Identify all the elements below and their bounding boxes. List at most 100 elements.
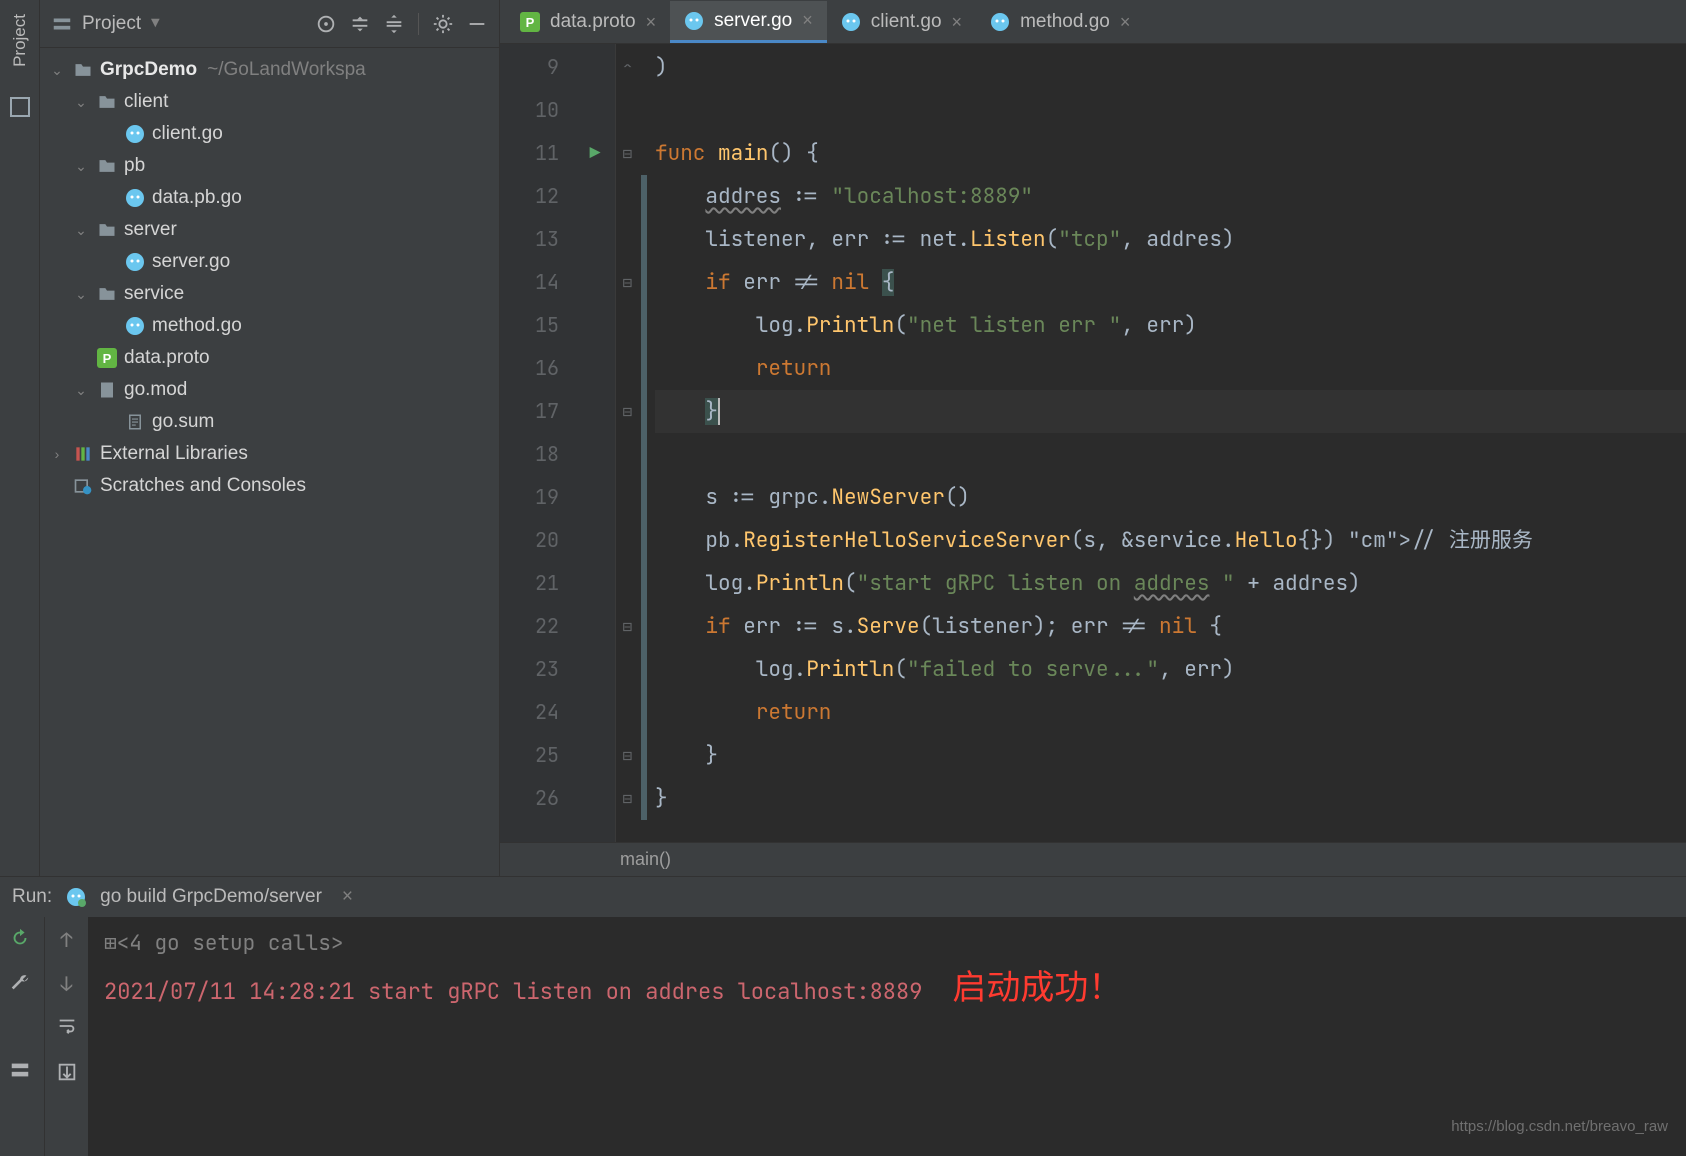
- run-config-name[interactable]: go build GrpcDemo/server: [100, 886, 322, 908]
- project-view-icon[interactable]: [48, 10, 76, 38]
- chevron-down-icon[interactable]: ⌄: [72, 286, 90, 303]
- tree-folder-server[interactable]: ⌄ server: [44, 214, 495, 246]
- tree-file[interactable]: server.go: [44, 246, 495, 278]
- line-number-gutter[interactable]: 91011121314151617181920212223242526: [500, 44, 575, 842]
- vcs-column: [639, 44, 649, 842]
- tree-file[interactable]: method.go: [44, 310, 495, 342]
- tree-label: client.go: [152, 123, 223, 145]
- tab-data-proto[interactable]: P data.proto ×: [506, 1, 670, 43]
- structure-tool-icon[interactable]: [8, 95, 32, 119]
- tree-file[interactable]: client.go: [44, 118, 495, 150]
- breadcrumb-bar[interactable]: main(): [500, 842, 1686, 876]
- folder-icon: [96, 283, 118, 305]
- run-toolbar-left: [0, 917, 44, 1156]
- code-editor[interactable]: )func main() { addres := "localhost:8889…: [649, 44, 1686, 842]
- folder-icon: [96, 219, 118, 241]
- chevron-down-icon[interactable]: ⌄: [72, 94, 90, 111]
- expand-all-icon[interactable]: [346, 10, 374, 38]
- down-arrow-icon[interactable]: ↓: [61, 971, 73, 997]
- hide-icon[interactable]: [463, 10, 491, 38]
- tree-label: Scratches and Consoles: [100, 475, 306, 497]
- rerun-icon[interactable]: [9, 927, 35, 953]
- stop-icon[interactable]: [9, 1015, 35, 1041]
- folder-icon: [72, 59, 94, 81]
- up-arrow-icon[interactable]: ↑: [61, 927, 73, 953]
- folder-icon: [96, 91, 118, 113]
- tree-ext-libs[interactable]: › External Libraries: [44, 438, 495, 470]
- separator: [418, 13, 419, 35]
- run-gutter-icon[interactable]: ▶: [575, 132, 615, 175]
- go-file-icon: [684, 11, 704, 31]
- run-header: Run: go build GrpcDemo/server ×: [0, 877, 1686, 917]
- tree-path: ~/GoLandWorkspa: [207, 59, 366, 81]
- tree-root[interactable]: ⌄ GrpcDemo ~/GoLandWorkspa: [44, 54, 495, 86]
- tree-file-gomod[interactable]: ⌄ go.mod: [44, 374, 495, 406]
- project-tool-tab[interactable]: Project: [10, 6, 30, 75]
- tree-label: External Libraries: [100, 443, 248, 465]
- close-icon[interactable]: ×: [1120, 12, 1131, 33]
- tree-file-gosum[interactable]: go.sum: [44, 406, 495, 438]
- go-file-icon: [124, 251, 146, 273]
- proto-file-icon: P: [96, 347, 118, 369]
- tree-label: server.go: [152, 251, 230, 273]
- project-pane: Project ▼ ⌄ GrpcDemo ~/GoLandWorkspa ⌄ c…: [40, 0, 500, 876]
- folder-icon: [96, 155, 118, 177]
- chevron-down-icon[interactable]: ⌄: [48, 62, 66, 79]
- watermark: https://blog.csdn.net/breavo_raw: [1451, 1108, 1668, 1146]
- wrench-icon[interactable]: [9, 971, 35, 997]
- tab-label: client.go: [871, 11, 942, 33]
- go-file-icon: [841, 12, 861, 32]
- proto-file-icon: P: [520, 12, 540, 32]
- close-icon[interactable]: ×: [952, 12, 963, 33]
- tree-label: pb: [124, 155, 145, 177]
- project-toolbar-title: Project: [82, 13, 141, 35]
- tree-file-proto[interactable]: P data.proto: [44, 342, 495, 374]
- go-file-icon: [124, 315, 146, 337]
- tree-label: go.sum: [152, 411, 214, 433]
- text-file-icon: [96, 379, 118, 401]
- tab-server-go[interactable]: server.go ×: [670, 1, 827, 43]
- tree-folder-pb[interactable]: ⌄ pb: [44, 150, 495, 182]
- go-file-icon: [124, 123, 146, 145]
- project-toolbar: Project ▼: [40, 0, 499, 48]
- console-collapsed-group[interactable]: <4 go setup calls>: [117, 930, 344, 957]
- chevron-down-icon[interactable]: ⌄: [72, 382, 90, 399]
- run-label: Run:: [12, 886, 52, 908]
- soft-wrap-icon[interactable]: [56, 1015, 78, 1043]
- chevron-down-icon[interactable]: ⌄: [72, 158, 90, 175]
- layout-icon[interactable]: [9, 1059, 35, 1085]
- scroll-end-icon[interactable]: [56, 1061, 78, 1089]
- close-icon[interactable]: ×: [646, 12, 657, 33]
- run-console[interactable]: ⊞<4 go setup calls> 2021/07/11 14:28:21 …: [88, 917, 1686, 1156]
- tree-label: client: [124, 91, 168, 113]
- go-file-icon: [990, 12, 1010, 32]
- run-tool-window: Run: go build GrpcDemo/server × ↑ ↓ ⊞<4 …: [0, 876, 1686, 1156]
- collapse-all-icon[interactable]: [380, 10, 408, 38]
- gutter-icons[interactable]: ▶: [575, 44, 615, 842]
- fold-column[interactable]: ⌃⊟⊟⊟⊟⊟⊟: [615, 44, 639, 842]
- go-file-icon: [124, 187, 146, 209]
- close-icon[interactable]: ×: [802, 10, 813, 31]
- chevron-right-icon[interactable]: ›: [48, 446, 66, 462]
- scratches-icon: [72, 475, 94, 497]
- tree-scratches[interactable]: Scratches and Consoles: [44, 470, 495, 502]
- tree-folder-service[interactable]: ⌄ service: [44, 278, 495, 310]
- gear-icon[interactable]: [429, 10, 457, 38]
- tab-label: method.go: [1020, 11, 1110, 33]
- project-tree[interactable]: ⌄ GrpcDemo ~/GoLandWorkspa ⌄ client clie…: [40, 48, 499, 508]
- close-icon[interactable]: ×: [342, 886, 353, 908]
- locate-icon[interactable]: [312, 10, 340, 38]
- chevron-down-icon[interactable]: ▼: [151, 15, 159, 33]
- tab-label: server.go: [714, 10, 792, 32]
- editor-area: P data.proto × server.go × client.go × m…: [500, 0, 1686, 876]
- tab-client-go[interactable]: client.go ×: [827, 1, 976, 43]
- tab-method-go[interactable]: method.go ×: [976, 1, 1144, 43]
- tree-label: GrpcDemo: [100, 59, 197, 81]
- library-icon: [72, 443, 94, 465]
- tree-folder-client[interactable]: ⌄ client: [44, 86, 495, 118]
- chevron-down-icon[interactable]: ⌄: [72, 222, 90, 239]
- tree-file[interactable]: data.pb.go: [44, 182, 495, 214]
- tree-label: service: [124, 283, 184, 305]
- run-toolbar-nav: ↑ ↓: [44, 917, 88, 1156]
- breadcrumb[interactable]: main(): [620, 849, 671, 870]
